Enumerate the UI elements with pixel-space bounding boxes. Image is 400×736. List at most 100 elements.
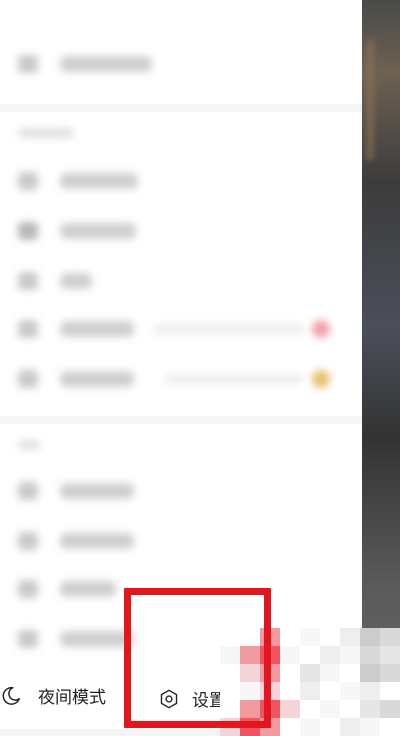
mosaic-pixel [260,682,280,700]
item-label-redacted [60,223,136,239]
mosaic-pixel [360,718,380,736]
item-label-redacted [60,56,152,72]
mosaic-pixel [260,646,280,664]
mosaic-pixel [320,628,340,646]
item-icon [18,370,38,388]
drawer-item-1[interactable] [18,172,138,190]
mosaic-pixel [300,700,320,718]
mosaic-pixel [320,718,340,736]
section-heading-redacted [18,128,74,138]
item-label-redacted [60,533,134,549]
mosaic-pixel [380,628,400,646]
drawer-item-3[interactable] [18,272,92,290]
section-divider [0,416,362,424]
dimmed-background[interactable] [362,0,400,729]
item-label-redacted [60,581,116,597]
night-mode-label: 夜间模式 [38,688,106,708]
mosaic-pixel [300,682,320,700]
item-icon [18,580,38,598]
mosaic-pixel [340,646,360,664]
item-icon [18,222,38,240]
mosaic-pixel [260,664,280,682]
item-icon [18,482,38,500]
mosaic-pixel [240,682,260,700]
drawer-item-2[interactable] [18,222,136,240]
mosaic-pixel [280,700,300,718]
mosaic-pixel [260,628,280,646]
night-mode-button[interactable]: 夜间模式 [0,683,106,708]
drawer-item-8[interactable] [18,580,116,598]
settings-button[interactable]: 设置 [158,686,226,711]
mosaic-pixel [360,664,380,682]
mosaic-pixel [380,682,400,700]
badge-dot [312,320,330,338]
mosaic-pixel [300,664,320,682]
drawer-item-6[interactable] [18,482,134,500]
mosaic-pixel [320,682,340,700]
mosaic-pixel [220,682,240,700]
mosaic-pixel [280,682,300,700]
mosaic-pixel [240,700,260,718]
mosaic-pixel [380,646,400,664]
mosaic-pixel [340,682,360,700]
mosaic-pixel [320,700,340,718]
mosaic-pixel [340,664,360,682]
mosaic-pixel [220,646,240,664]
side-drawer: 夜间模式 设置 [0,0,362,729]
mosaic-pixel [360,646,380,664]
mosaic-pixel [380,700,400,718]
drawer-item-4[interactable] [18,320,330,338]
item-label-redacted [60,173,138,189]
mosaic-pixel [220,700,240,718]
mosaic-pixel [260,700,280,718]
mosaic-pixel [340,628,360,646]
item-icon [18,55,38,73]
mosaic-pixel [360,682,380,700]
item-icon [18,532,38,550]
section-divider [0,104,362,112]
mosaic-pixel [220,664,240,682]
item-icon [18,172,38,190]
mosaic-pixel [360,700,380,718]
item-subtitle-redacted [164,374,304,384]
mosaic-pixel [240,664,260,682]
item-label-redacted [60,371,134,387]
mosaic-pixel [380,664,400,682]
mosaic-pixel [360,628,380,646]
mosaic-pixel [240,718,260,736]
mosaic-pixel [320,646,340,664]
mosaic-pixel [320,664,340,682]
gear-icon [160,689,178,708]
item-label-redacted [60,631,134,647]
mosaic-pixel [380,718,400,736]
mosaic-pixel [300,646,320,664]
section-heading-redacted [18,440,40,450]
pixelated-overlay [220,628,400,736]
item-label-redacted [60,483,134,499]
item-icon [18,272,38,290]
mosaic-pixel [300,718,320,736]
item-label-redacted [60,321,134,337]
mosaic-pixel [280,646,300,664]
mosaic-pixel [280,664,300,682]
item-label-redacted [60,273,92,289]
badge-dot [312,370,330,388]
mosaic-pixel [340,700,360,718]
mosaic-pixel [280,628,300,646]
drawer-item-9[interactable] [18,630,134,648]
mosaic-pixel [300,628,320,646]
mosaic-pixel [240,628,260,646]
moon-icon [2,686,20,705]
item-icon [18,630,38,648]
mosaic-pixel [220,718,240,736]
item-subtitle-redacted [154,324,304,334]
mosaic-pixel [340,718,360,736]
drawer-item-5[interactable] [18,370,330,388]
drawer-item-7[interactable] [18,532,134,550]
mosaic-pixel [280,718,300,736]
mosaic-pixel [220,628,240,646]
drawer-item-top[interactable] [18,55,152,73]
mosaic-pixel [240,646,260,664]
item-icon [18,320,38,338]
mosaic-pixel [260,718,280,736]
